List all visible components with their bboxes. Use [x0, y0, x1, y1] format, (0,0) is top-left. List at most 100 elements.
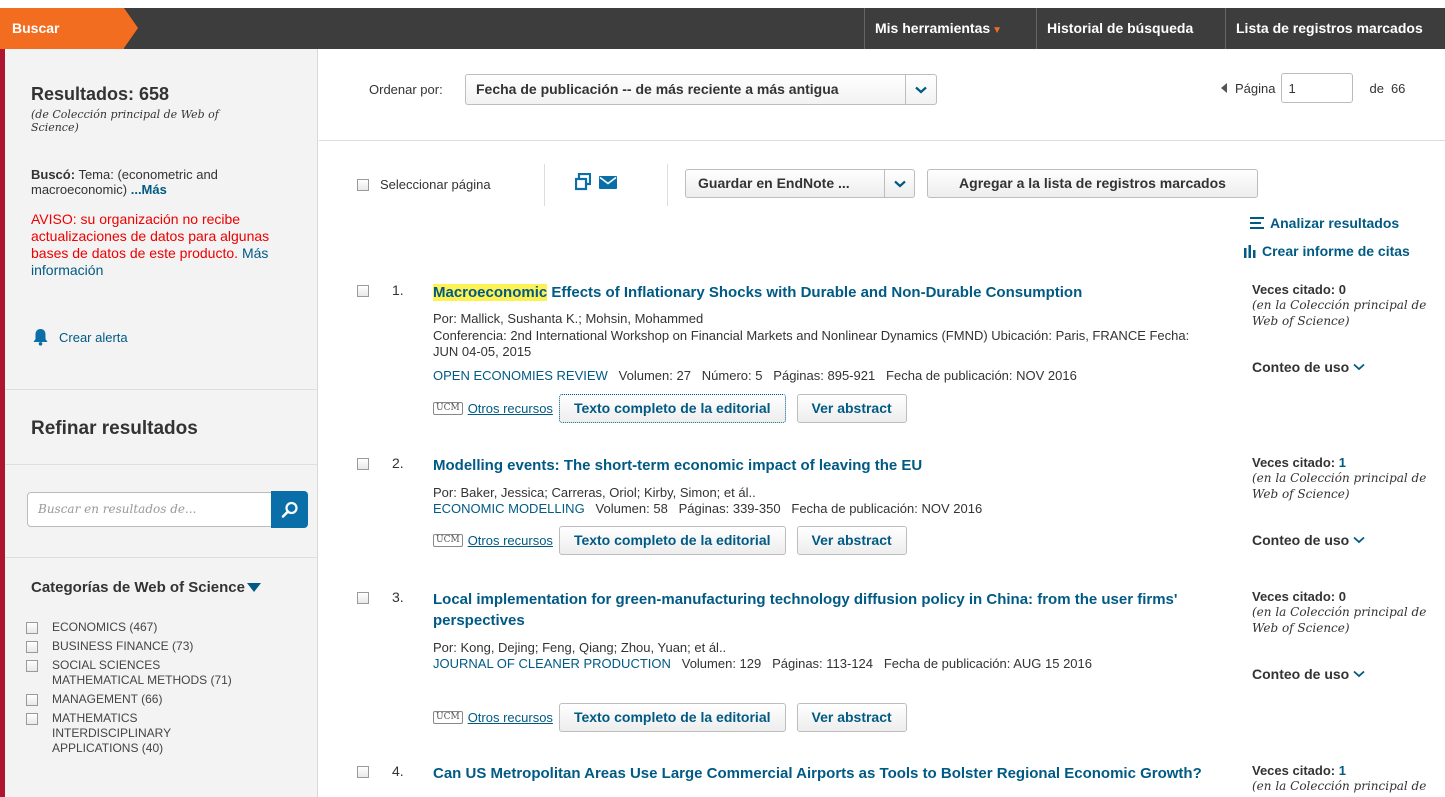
triangle-down-icon	[246, 583, 261, 592]
category-checkbox[interactable]	[26, 641, 38, 653]
publisher-full-text-button[interactable]: Texto completo de la editorial	[558, 526, 786, 555]
select-page-checkbox[interactable]	[357, 178, 369, 191]
category-checkbox[interactable]	[26, 622, 38, 634]
record-authors: Por: Mallick, Sushanta K.; Mohsin, Moham…	[433, 311, 704, 326]
times-cited-label: Veces citado:	[1252, 589, 1336, 604]
pager: Página de 66	[1221, 73, 1405, 103]
view-abstract-button[interactable]: Ver abstract	[796, 526, 907, 555]
save-to-endnote-label: Guardar en EndNote ...	[698, 175, 850, 191]
nav-my-tools[interactable]: Mis herramientas ▼	[864, 8, 1036, 49]
previous-page-icon[interactable]	[1221, 83, 1227, 93]
record-checkbox[interactable]	[357, 285, 369, 297]
chevron-down-icon	[884, 170, 914, 197]
select-page[interactable]: Seleccionar página	[357, 177, 491, 192]
chevron-down-icon	[1353, 363, 1365, 371]
record-number: 2.	[392, 455, 404, 471]
tab-search[interactable]: Buscar	[0, 8, 124, 49]
record-source: OPEN ECONOMIES REVIEW Volumen: 27 Número…	[433, 368, 1233, 384]
usage-count-label: Conteo de uso	[1252, 666, 1350, 682]
result-record: 3. Local implementation for green-manufa…	[319, 589, 1445, 739]
more-link[interactable]: ...Más	[131, 182, 167, 197]
searched-label: Buscó:	[31, 167, 76, 182]
nav-marked-list[interactable]: Lista de registros marcados	[1225, 8, 1445, 49]
record-title[interactable]: Macroeconomic Effects of Inflationary Sh…	[433, 282, 1219, 303]
ucm-logo: UCM	[433, 534, 463, 547]
record-checkbox[interactable]	[357, 592, 369, 604]
data-notice: AVISO: su organización no recibe actuali…	[31, 211, 286, 279]
times-cited-count[interactable]: 1	[1339, 455, 1346, 470]
toolbar-divider	[667, 164, 668, 206]
times-cited-note: (en la Colección principal de Web of Sci…	[1252, 298, 1427, 328]
category-item: BUSINESS FINANCE (73)	[26, 639, 306, 654]
category-label: MATHEMATICS INTERDISCIPLINARY APPLICATIO…	[52, 711, 171, 755]
usage-count-toggle[interactable]: Conteo de uso	[1252, 666, 1365, 682]
search-icon	[281, 501, 298, 518]
category-checkbox[interactable]	[26, 713, 38, 725]
page-number-input[interactable]	[1281, 73, 1354, 103]
result-record: 1. Macroeconomic Effects of Inflationary…	[319, 282, 1445, 432]
list-lines-icon	[1250, 217, 1264, 229]
record-conference: Conferencia: 2nd International Workshop …	[433, 328, 1190, 359]
chevron-down-icon	[1353, 536, 1365, 544]
refine-results-title: Refinar resultados	[31, 418, 198, 439]
results-count: Resultados: 658	[31, 84, 170, 104]
record-checkbox[interactable]	[357, 766, 369, 778]
citation-info: Veces citado: 0 (en la Colección princip…	[1252, 282, 1442, 329]
sidebar-divider	[5, 389, 318, 390]
citation-info: Veces citado: 1 (en la Colección princip…	[1252, 455, 1442, 502]
save-to-endnote-button[interactable]: Guardar en EndNote ...	[685, 169, 915, 198]
email-icon[interactable]	[599, 176, 617, 192]
create-alert-link[interactable]: Crear alerta	[32, 328, 128, 346]
category-checkbox[interactable]	[26, 660, 38, 672]
categories-title-label: Categorías de Web of Science	[31, 579, 245, 596]
refine-search-input[interactable]: Buscar en resultados de...	[27, 492, 272, 527]
analyze-results-link[interactable]: Analizar resultados	[1250, 215, 1399, 231]
record-title[interactable]: Modelling events: The short-term economi…	[433, 455, 1219, 476]
chevron-down-icon	[1353, 670, 1365, 678]
view-abstract-button[interactable]: Ver abstract	[796, 703, 907, 732]
analyze-results-label: Analizar resultados	[1270, 215, 1400, 231]
journal-link[interactable]: ECONOMIC MODELLING	[433, 501, 585, 516]
notice-text: AVISO: su organización no recibe actuali…	[31, 211, 270, 261]
print-icon[interactable]	[574, 172, 592, 194]
publisher-full-text-button[interactable]: Texto completo de la editorial	[558, 394, 786, 423]
category-label: ECONOMICS (467)	[52, 620, 158, 634]
ucm-logo: UCM	[433, 402, 463, 415]
page-label: Página	[1235, 80, 1276, 96]
usage-count-toggle[interactable]: Conteo de uso	[1252, 532, 1365, 548]
nav-search-history[interactable]: Historial de búsqueda	[1036, 8, 1225, 49]
times-cited-note: (en la Colección principal de Web of Sci…	[1252, 605, 1427, 635]
refine-search-button[interactable]	[271, 491, 308, 528]
chevron-down-icon	[905, 75, 936, 104]
usage-count-toggle[interactable]: Conteo de uso	[1252, 359, 1365, 375]
citation-info: Veces citado: 0 (en la Colección princip…	[1252, 589, 1442, 636]
other-resources-link[interactable]: Otros recursos	[468, 401, 553, 416]
sort-select[interactable]: Fecha de publicación -- de más reciente …	[465, 74, 937, 105]
times-cited-count[interactable]: 1	[1339, 763, 1346, 778]
add-to-marked-list-button[interactable]: Agregar a la lista de registros marcados	[927, 169, 1258, 198]
publisher-full-text-button[interactable]: Texto completo de la editorial	[558, 703, 786, 732]
search-summary: Buscó: Tema: (econometric and macroecono…	[31, 167, 286, 197]
times-cited-note: (en la Colección principal de Web of Sci…	[1252, 779, 1427, 797]
record-details: Volumen: 27 Número: 5 Páginas: 895-921 F…	[618, 368, 1077, 383]
journal-link[interactable]: JOURNAL OF CLEANER PRODUCTION	[433, 656, 671, 671]
times-cited-label: Veces citado:	[1252, 282, 1336, 297]
record-checkbox[interactable]	[357, 458, 369, 470]
record-details: Volumen: 58 Páginas: 339-350 Fecha de pu…	[595, 501, 983, 516]
record-title[interactable]: Can US Metropolitan Areas Use Large Comm…	[433, 763, 1219, 784]
times-cited: Veces citado: 1	[1252, 455, 1442, 470]
citation-info: Veces citado: 1 (en la Colección princip…	[1252, 763, 1442, 797]
times-cited-label: Veces citado:	[1252, 763, 1336, 778]
other-resources-link[interactable]: Otros recursos	[468, 710, 553, 725]
view-abstract-button[interactable]: Ver abstract	[796, 394, 907, 423]
times-cited: Veces citado: 1	[1252, 763, 1442, 778]
citation-report-link[interactable]: Crear informe de citas	[1244, 243, 1410, 259]
record-title[interactable]: Local implementation for green-manufactu…	[433, 589, 1219, 631]
record-actions: UCM Otros recursos Texto completo de la …	[433, 526, 918, 555]
category-checkbox[interactable]	[26, 694, 38, 706]
times-cited-note: (en la Colección principal de Web of Sci…	[1252, 471, 1427, 501]
journal-link[interactable]: OPEN ECONOMIES REVIEW	[433, 368, 608, 383]
other-resources-link[interactable]: Otros recursos	[468, 533, 553, 548]
categories-title[interactable]: Categorías de Web of Science	[31, 579, 261, 596]
page-of-label: de	[1369, 80, 1384, 96]
